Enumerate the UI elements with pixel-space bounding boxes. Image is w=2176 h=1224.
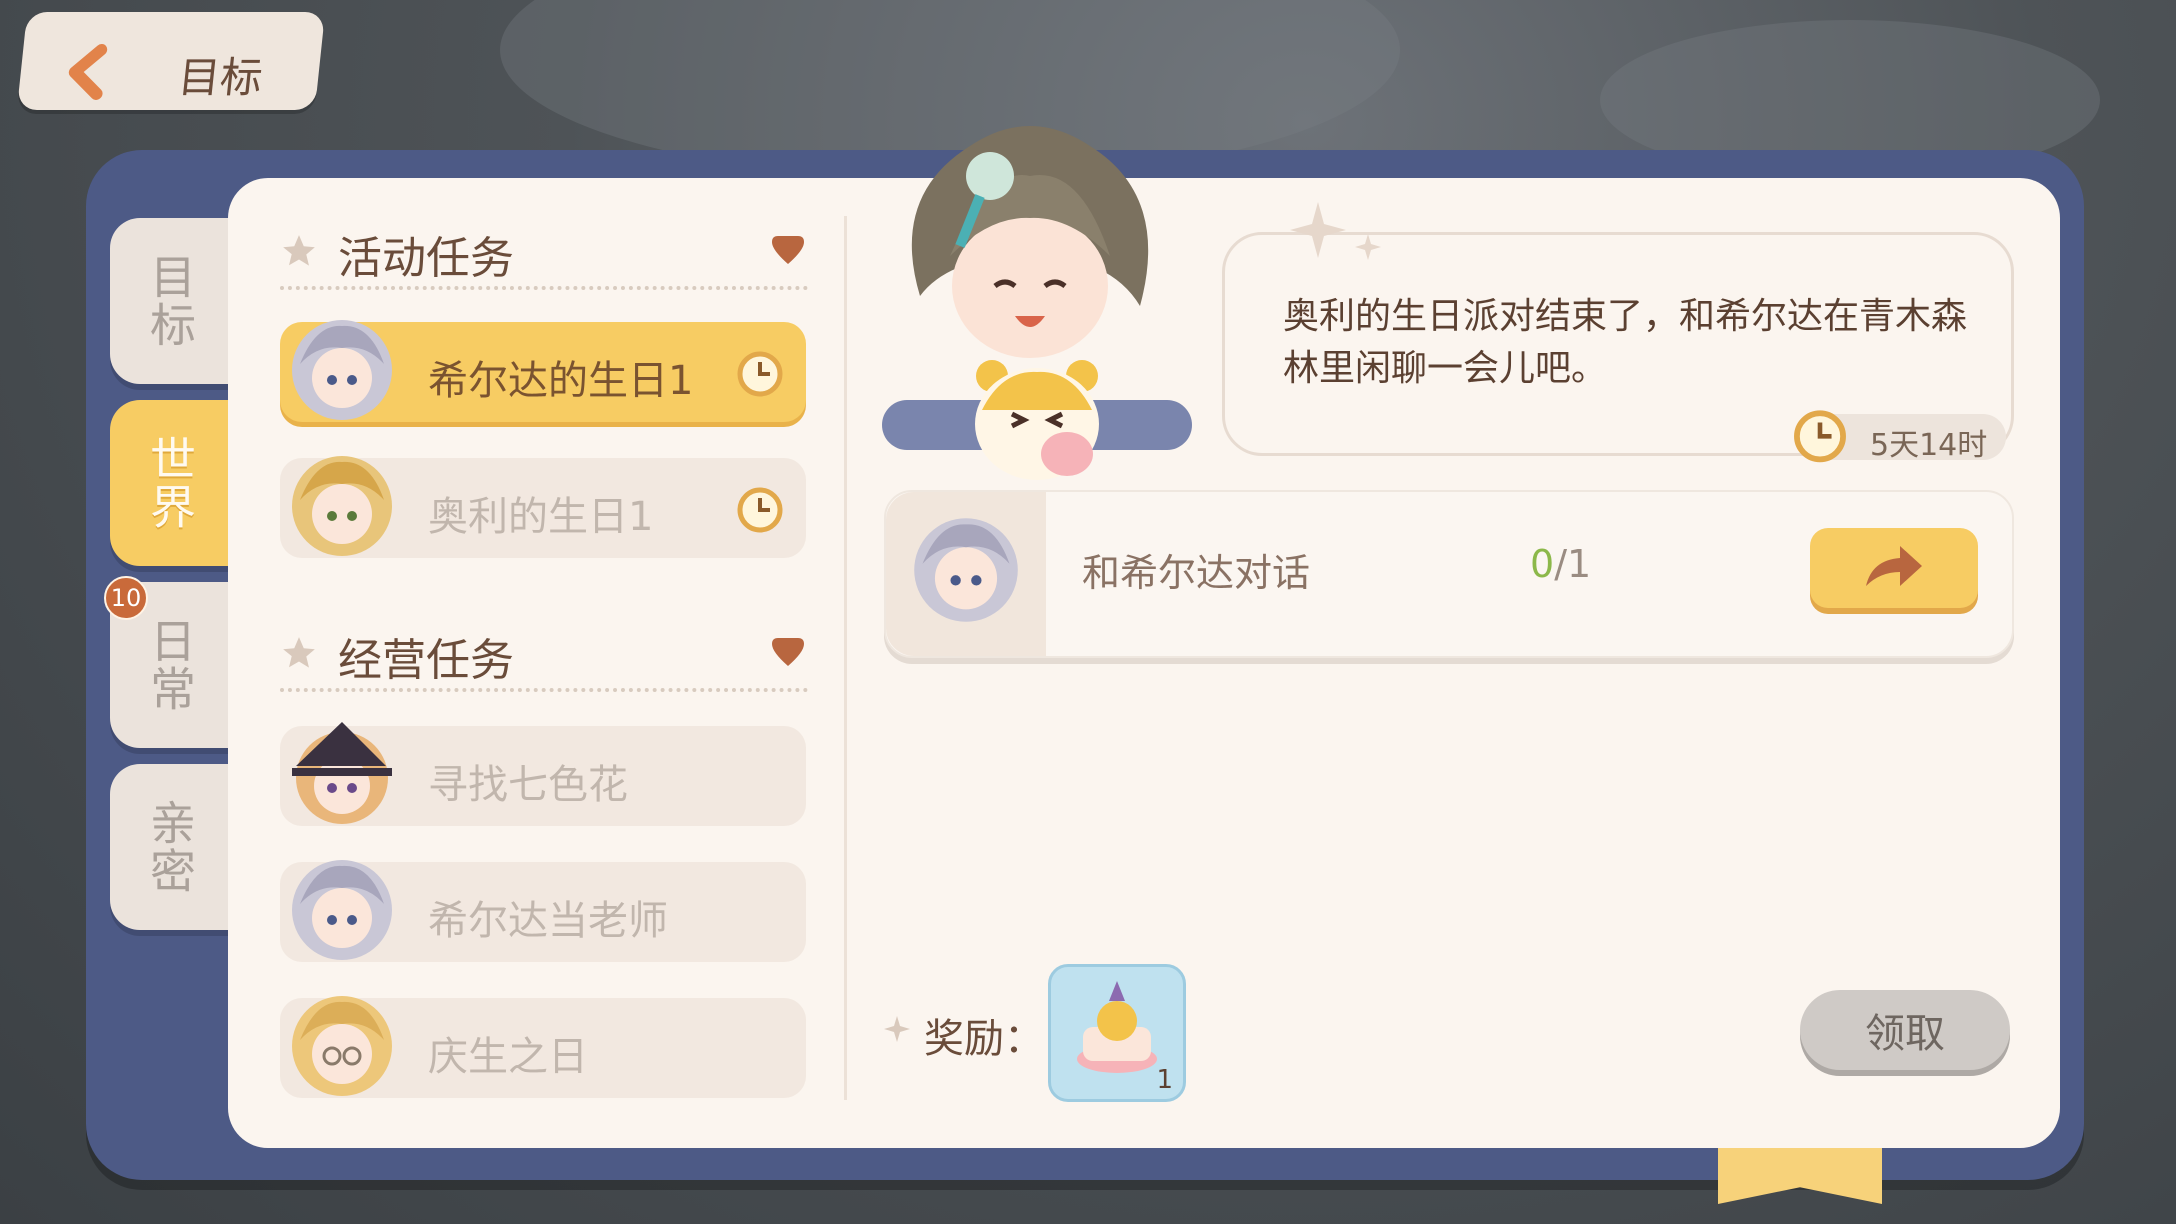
task-label: 庆生之日 [428, 1034, 588, 1080]
task-label: 奥利的生日1 [428, 494, 654, 540]
section-divider [280, 286, 808, 290]
progress-current: 0 [1530, 542, 1555, 586]
tab-intimacy[interactable]: 亲密 [110, 764, 230, 930]
task-item[interactable]: 希尔达的生日1 [280, 320, 806, 422]
sparkle-icon [1290, 202, 1381, 260]
task-label: 寻找七色花 [428, 762, 628, 808]
ribbon-decoration [1718, 1148, 1882, 1204]
clock-icon [737, 487, 783, 533]
star-icon [283, 637, 315, 668]
clock-icon [737, 351, 783, 397]
collapse-toggle-icon[interactable] [770, 638, 806, 668]
back-arrow-icon [68, 44, 108, 100]
hilda-avatar-icon [292, 860, 392, 960]
objective-text: 和希尔达对话 [1082, 551, 1311, 595]
hilda-avatar-icon [292, 320, 392, 420]
section-divider [280, 688, 808, 692]
star-icon [283, 235, 315, 266]
task-item[interactable]: 希尔达当老师 [280, 860, 806, 962]
tab-goals[interactable]: 目标 [110, 218, 230, 384]
objective-progress: 0/1 [1530, 542, 1591, 586]
sparkle-icon [884, 1016, 910, 1042]
tab-label: 日常 [143, 617, 197, 713]
reward-count: 1 [1156, 1065, 1173, 1095]
task-item[interactable]: 奥利的生日1 [280, 456, 806, 558]
section-title-event: 活动任务 [338, 233, 514, 284]
clock-icon [1794, 410, 1846, 463]
hilda-avatar-icon [914, 518, 1018, 622]
section-title-business: 经营任务 [338, 635, 514, 686]
objective-avatar-area [886, 492, 1046, 656]
go-to-objective-button[interactable] [1810, 528, 1978, 608]
dialogue-text: 奥利的生日派对结束了，和希尔达在青木森林里闲聊一会儿吧。 [1283, 296, 1968, 389]
task-item[interactable]: 寻找七色花 [280, 722, 806, 826]
tab-label: 亲密 [143, 799, 197, 895]
witch-avatar-icon [292, 722, 392, 824]
reward-item-slot[interactable]: 1 [1048, 964, 1186, 1102]
progress-total: /1 [1554, 542, 1592, 586]
time-remaining-text: 5天14时 [1870, 428, 1988, 463]
birthday-cake-icon [1077, 981, 1157, 1073]
objective-card: 和希尔达对话 0/1 [884, 490, 2014, 658]
task-item[interactable]: 庆生之日 [280, 996, 806, 1098]
tab-label: 目标 [143, 253, 197, 349]
back-button[interactable]: 目标 [16, 12, 326, 110]
tab-world[interactable]: 世界 [110, 400, 230, 566]
task-label: 希尔达当老师 [428, 898, 668, 944]
screen-title: 目标 [175, 53, 265, 102]
collapse-toggle-icon[interactable] [770, 236, 806, 266]
daily-count-badge: 10 [104, 576, 148, 620]
go-arrow-icon [1866, 546, 1922, 586]
claim-button[interactable]: 领取 [1800, 990, 2010, 1070]
task-label: 希尔达的生日1 [428, 358, 694, 404]
pet-mascot-icon [975, 360, 1099, 480]
blonde-avatar-icon [292, 996, 392, 1096]
column-divider [844, 216, 847, 1100]
tab-label: 世界 [143, 435, 197, 531]
reward-label: 奖励： [924, 1016, 1044, 1062]
oli-avatar-icon [292, 456, 392, 556]
